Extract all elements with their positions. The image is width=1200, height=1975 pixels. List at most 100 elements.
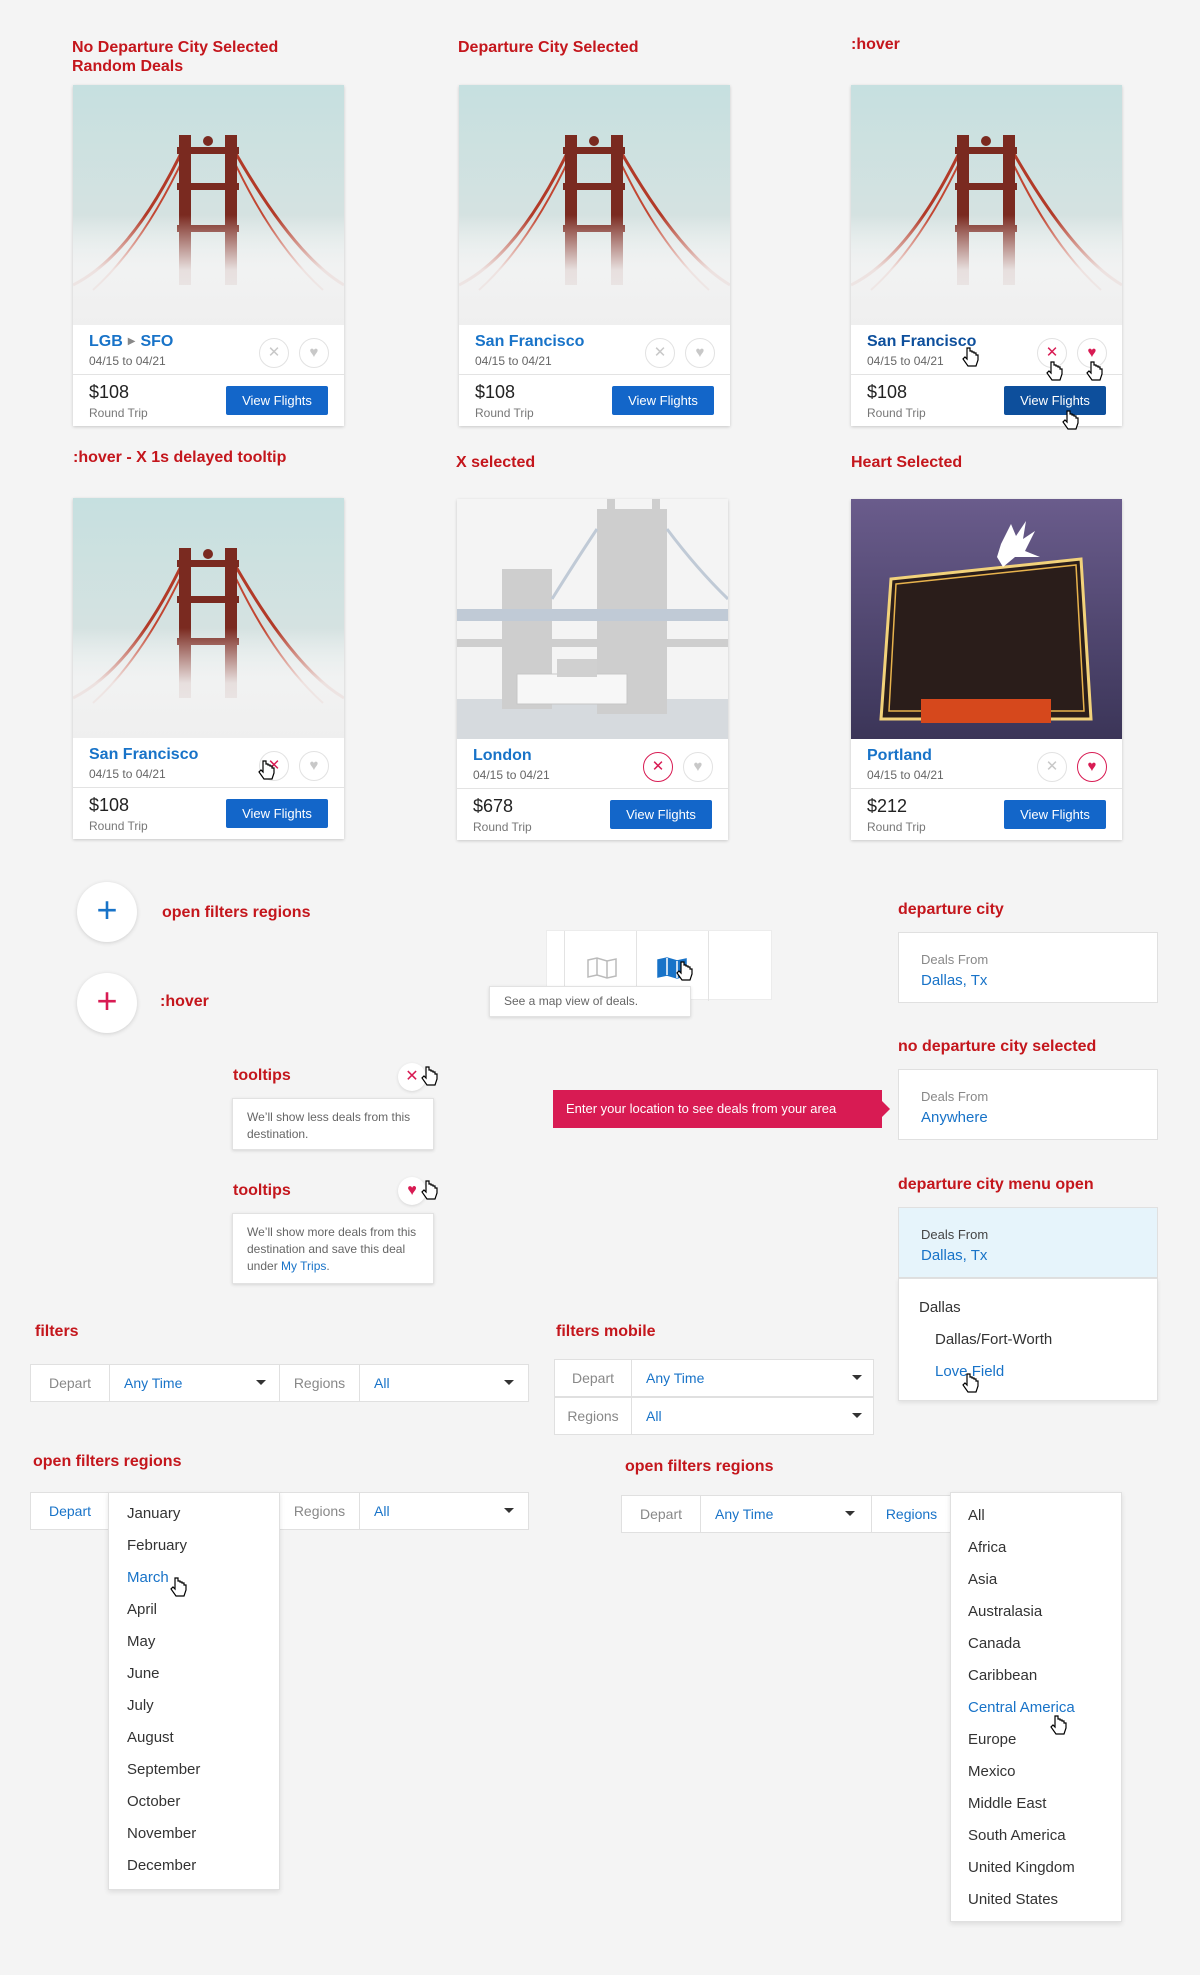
depart-label: Depart xyxy=(639,1506,683,1522)
route-label: LGB ▶ SFO xyxy=(89,333,173,351)
view-flights-button[interactable]: View Flights xyxy=(1004,386,1106,415)
regions-select[interactable]: All xyxy=(359,1493,528,1529)
departure-city-selector[interactable]: Deals From Dallas, Tx xyxy=(898,1207,1158,1278)
month-option[interactable]: August xyxy=(127,1729,174,1746)
view-flights-button[interactable]: View Flights xyxy=(1004,800,1106,829)
chevron-down-icon xyxy=(256,1380,266,1385)
region-option[interactable]: United Kingdom xyxy=(968,1859,1075,1876)
depart-value: Any Time xyxy=(715,1506,774,1522)
my-trips-link[interactable]: My Trips xyxy=(281,1259,326,1273)
depart-select[interactable]: Any Time xyxy=(631,1360,873,1396)
departure-city-selector[interactable]: Deals From Dallas, Tx xyxy=(898,932,1158,1003)
hand-cursor-icon xyxy=(1050,1715,1067,1735)
region-option[interactable]: Africa xyxy=(968,1539,1006,1556)
month-option[interactable]: May xyxy=(127,1633,155,1650)
region-option[interactable]: Caribbean xyxy=(968,1667,1037,1684)
close-icon: ✕ xyxy=(1045,758,1059,775)
menu-item[interactable]: Dallas/Fort-Worth xyxy=(935,1331,1052,1348)
hand-cursor-icon xyxy=(1046,361,1063,381)
favorite-button[interactable]: ♥ xyxy=(685,338,715,368)
favorite-tooltip-end: . xyxy=(326,1259,330,1273)
regions-select[interactable]: All xyxy=(359,1365,528,1401)
month-option[interactable]: March xyxy=(127,1569,169,1586)
month-option[interactable]: January xyxy=(127,1505,180,1522)
month-option[interactable]: November xyxy=(127,1825,196,1842)
deal-card[interactable]: London 04/15 to 04/21 ✕ ♥ $678 Round Tri… xyxy=(457,499,728,840)
close-icon: ✕ xyxy=(1045,344,1059,361)
chevron-down-icon xyxy=(845,1511,855,1516)
open-filters-button[interactable]: + xyxy=(77,882,137,942)
deals-from-value: Dallas, Tx xyxy=(921,1247,988,1264)
dismiss-button[interactable]: ✕ xyxy=(643,752,673,782)
chevron-down-icon xyxy=(852,1375,862,1380)
destination-photo xyxy=(457,499,728,739)
regions-select[interactable]: All xyxy=(631,1398,873,1434)
label-departure-selected: Departure City Selected xyxy=(458,39,639,56)
open-filters-button-hover[interactable]: + xyxy=(77,973,137,1033)
region-option[interactable]: Asia xyxy=(968,1571,997,1588)
trip-type: Round Trip xyxy=(89,406,148,420)
region-option[interactable]: United States xyxy=(968,1891,1058,1908)
deal-card[interactable]: San Francisco 04/15 to 04/21 ✕ ♥ $108 Ro… xyxy=(459,85,730,426)
months-dropdown: January February March April May June July Augu… xyxy=(108,1492,280,1890)
favorite-button[interactable]: ♥ xyxy=(299,338,329,368)
label-hover-tooltip: :hover - X 1s delayed tooltip xyxy=(73,449,287,466)
depart-select[interactable]: Any Time xyxy=(700,1496,871,1532)
hand-cursor-icon xyxy=(962,1373,979,1393)
trip-dates: 04/15 to 04/21 xyxy=(867,768,944,782)
deal-card[interactable]: LGB ▶ SFO 04/15 to 04/21 ✕ ♥ $108 Round Tr… xyxy=(73,85,344,426)
route-arrow-icon: ▶ xyxy=(127,336,136,347)
view-flights-button[interactable]: View Flights xyxy=(226,799,328,828)
month-option[interactable]: February xyxy=(127,1537,187,1554)
favorite-button[interactable]: ♥ xyxy=(1077,752,1107,782)
month-option[interactable]: April xyxy=(127,1601,157,1618)
month-option[interactable]: September xyxy=(127,1761,200,1778)
view-flights-button[interactable]: View Flights xyxy=(610,800,712,829)
dismiss-button[interactable]: ✕ xyxy=(1037,752,1067,782)
regions-label-active[interactable]: Regions xyxy=(871,1496,951,1532)
view-flights-button[interactable]: View Flights xyxy=(612,386,714,415)
region-option[interactable]: Middle East xyxy=(968,1795,1046,1812)
destination-city: San Francisco xyxy=(89,746,199,763)
region-option[interactable]: South America xyxy=(968,1827,1066,1844)
region-option[interactable]: Europe xyxy=(968,1731,1016,1748)
label-hover-2: :hover xyxy=(160,993,209,1010)
deal-card[interactable]: Portland 04/15 to 04/21 ✕ ♥ $212 Round T… xyxy=(851,499,1122,840)
hand-cursor-icon xyxy=(1086,361,1103,381)
region-option[interactable]: Canada xyxy=(968,1635,1021,1652)
trip-dates: 04/15 to 04/21 xyxy=(473,768,550,782)
trip-dates: 04/15 to 04/21 xyxy=(867,354,944,368)
month-option[interactable]: October xyxy=(127,1793,180,1810)
region-option[interactable]: All xyxy=(968,1507,985,1524)
view-flights-button[interactable]: View Flights xyxy=(226,386,328,415)
label-filters: filters xyxy=(35,1323,79,1340)
label-open-filters-regions-3: open filters regions xyxy=(625,1458,774,1475)
favorite-tooltip: We’ll show more deals from this destinat… xyxy=(232,1213,434,1284)
menu-item[interactable]: Dallas xyxy=(919,1299,961,1316)
hand-cursor-icon xyxy=(170,1577,187,1597)
trip-type: Round Trip xyxy=(89,819,148,833)
label-heart-selected: Heart Selected xyxy=(851,454,963,471)
region-option[interactable]: Central America xyxy=(968,1699,1075,1716)
favorite-button[interactable]: ♥ xyxy=(299,751,329,781)
depart-label: Depart xyxy=(571,1370,615,1386)
month-option[interactable]: July xyxy=(127,1697,154,1714)
region-option[interactable]: Mexico xyxy=(968,1763,1016,1780)
deal-card[interactable]: San Francisco 04/15 to 04/21 ✕ ♥ $108 Ro… xyxy=(851,85,1122,430)
depart-label-active[interactable]: Depart xyxy=(31,1493,109,1529)
departure-city-selector[interactable]: Deals From Anywhere xyxy=(898,1069,1158,1140)
month-option[interactable]: December xyxy=(127,1857,196,1874)
favorite-button[interactable]: ♥ xyxy=(683,752,713,782)
depart-select[interactable]: Any Time xyxy=(109,1365,279,1401)
month-option[interactable]: June xyxy=(127,1665,160,1682)
depart-label: Depart xyxy=(48,1375,92,1391)
dismiss-button[interactable]: ✕ xyxy=(259,338,289,368)
region-option[interactable]: Australasia xyxy=(968,1603,1042,1620)
hand-cursor-icon xyxy=(1062,410,1079,430)
deals-from-value: Anywhere xyxy=(921,1109,988,1126)
hand-cursor-icon xyxy=(421,1066,438,1086)
dismiss-button[interactable]: ✕ xyxy=(645,338,675,368)
deal-card[interactable]: San Francisco 04/15 to 04/21 ✕ ♥ $108 Ro… xyxy=(73,498,344,839)
price: $108 xyxy=(475,382,516,402)
regions-value: All xyxy=(374,1503,390,1519)
